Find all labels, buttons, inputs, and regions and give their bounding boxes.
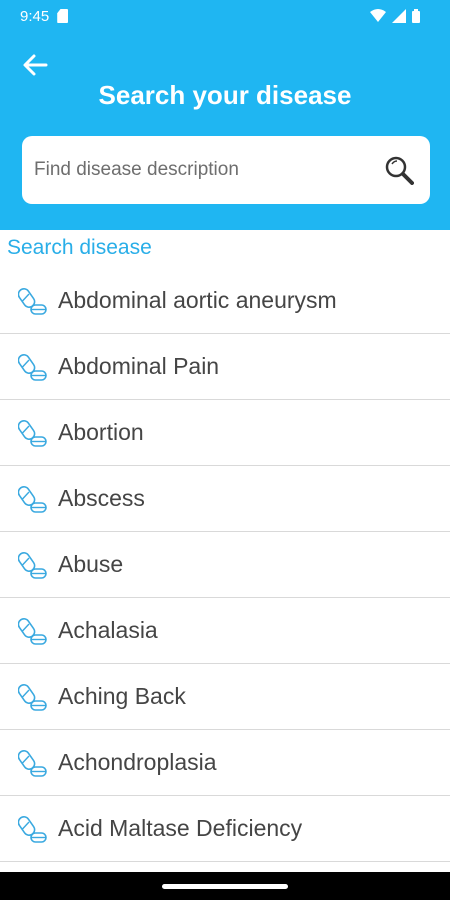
pill-icon [17,747,48,779]
pill-icon [17,417,48,449]
status-time: 9:45 [20,7,50,25]
list-item[interactable]: Abdominal aortic aneurysm [0,268,450,334]
list-item[interactable]: Abdominal Pain [0,334,450,400]
search-input[interactable] [34,159,374,181]
pill-icon [17,351,48,383]
section-label: Search disease [7,236,152,259]
list-item-label: Achalasia [58,617,158,643]
header: Search your disease [0,32,450,230]
list-item-label: Abuse [58,551,124,577]
list-item[interactable]: Acid Maltase Deficiency [0,796,450,862]
pill-icon [17,285,48,317]
home-gesture-handle[interactable] [162,883,288,889]
list-item-label: Achondroplasia [58,749,217,775]
pill-icon [17,681,48,713]
status-right [370,9,420,23]
search-box[interactable] [22,136,430,204]
list-item[interactable]: Abuse [0,532,450,598]
wifi-icon [370,9,386,22]
search-icon[interactable] [382,153,416,187]
status-left: 9:45 [20,7,69,25]
status-bar: 9:45 [0,0,450,32]
list-item-label: Aching Back [58,683,186,709]
list-item-label: Abdominal Pain [58,353,220,379]
back-arrow-icon [23,54,48,76]
back-button[interactable] [18,48,52,82]
pill-icon [17,615,48,647]
list-item[interactable]: Abscess [0,466,450,532]
disease-list: Abdominal aortic aneurysm Abdominal Pain A… [0,268,450,862]
list-item-label: Abortion [58,419,144,445]
list-item[interactable]: Aching Back [0,664,450,730]
list-item[interactable]: Achondroplasia [0,730,450,796]
navigation-bar [0,872,450,900]
signal-icon [392,9,406,23]
page-title: Search your disease [98,80,352,110]
pill-icon [17,483,48,515]
list-item-label: Abdominal aortic aneurysm [58,287,337,313]
battery-icon [412,9,420,23]
list-item[interactable]: Abortion [0,400,450,466]
pill-icon [17,813,48,845]
list-item-label: Acid Maltase Deficiency [58,815,303,841]
sd-card-icon [57,9,69,23]
pill-icon [17,549,48,581]
list-item[interactable]: Achalasia [0,598,450,664]
list-item-label: Abscess [58,485,145,511]
